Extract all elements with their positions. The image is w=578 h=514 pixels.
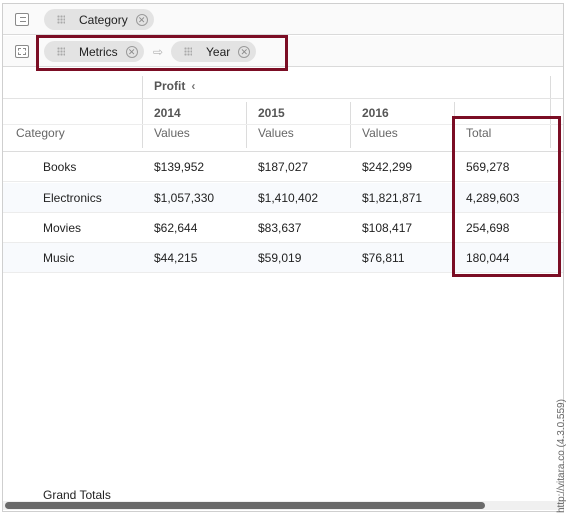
drag-handle-icon[interactable]: [184, 47, 192, 56]
collapse-icon[interactable]: ‹: [191, 79, 195, 93]
remove-icon[interactable]: ✕: [238, 45, 251, 58]
drag-handle-icon[interactable]: [57, 47, 65, 56]
total-cell[interactable]: 180,044: [466, 251, 509, 265]
table-row: Books $139,952 $187,027 $242,299 569,278: [3, 152, 563, 182]
scrollbar-thumb[interactable]: [5, 502, 485, 509]
pill-metrics[interactable]: Metrics ✕: [44, 41, 144, 62]
value-cell[interactable]: $76,811: [362, 251, 405, 265]
total-cell[interactable]: 4,289,603: [466, 191, 519, 205]
remove-icon[interactable]: ✕: [125, 45, 138, 58]
pill-label: Metrics: [79, 44, 118, 59]
total-cell[interactable]: 254,698: [466, 221, 509, 235]
table-row: Movies $62,644 $83,637 $108,417 254,698: [3, 213, 563, 243]
pill-label: Category: [79, 12, 128, 27]
value-cell[interactable]: $139,952: [154, 160, 204, 174]
column-shelf-icon: [15, 45, 29, 58]
value-cell[interactable]: $1,821,871: [362, 191, 422, 205]
pill-category[interactable]: Category ✕: [44, 9, 154, 30]
pivot-table-widget: Category ✕ Metrics ✕ ⇨ Year ✕ Profit ‹ 2…: [2, 3, 564, 512]
table-row: Electronics $1,057,330 $1,410,402 $1,821…: [3, 183, 563, 213]
watermark-text: http://vitara.co (4.3.0.559): [556, 399, 567, 513]
pivot-table: Profit ‹ 2014 2015 2016 Category Values V…: [3, 68, 563, 512]
arrow-right-icon: ⇨: [153, 45, 164, 59]
category-cell[interactable]: Electronics: [43, 191, 102, 205]
grand-totals-label: Grand Totals: [43, 488, 111, 502]
value-cell[interactable]: $1,057,330: [154, 191, 214, 205]
value-cell[interactable]: $62,644: [154, 221, 197, 235]
value-cell[interactable]: $83,637: [258, 221, 301, 235]
remove-icon[interactable]: ✕: [135, 13, 148, 26]
measure-header[interactable]: Profit ‹: [154, 79, 195, 93]
pill-year[interactable]: Year ✕: [171, 41, 257, 62]
year-header[interactable]: 2014: [154, 106, 181, 120]
values-header: Values: [258, 126, 294, 140]
horizontal-scrollbar[interactable]: [3, 501, 563, 510]
value-cell[interactable]: $187,027: [258, 160, 308, 174]
value-cell[interactable]: $44,215: [154, 251, 197, 265]
values-header: Values: [154, 126, 190, 140]
table-row: Music $44,215 $59,019 $76,811 180,044: [3, 243, 563, 273]
category-cell[interactable]: Books: [43, 160, 76, 174]
values-header: Values: [362, 126, 398, 140]
drag-handle-icon[interactable]: [57, 15, 65, 24]
year-header[interactable]: 2015: [258, 106, 285, 120]
value-cell[interactable]: $59,019: [258, 251, 301, 265]
total-header: Total: [466, 126, 492, 140]
row-header-label: Category: [16, 126, 65, 140]
total-cell[interactable]: 569,278: [466, 160, 509, 174]
value-cell[interactable]: $242,299: [362, 160, 412, 174]
category-cell[interactable]: Movies: [43, 221, 81, 235]
column-shelf: Metrics ✕ ⇨ Year ✕: [3, 36, 563, 67]
measure-header-label: Profit: [154, 79, 186, 93]
category-cell[interactable]: Music: [43, 251, 74, 265]
pill-label: Year: [206, 44, 231, 59]
value-cell[interactable]: $108,417: [362, 221, 412, 235]
row-shelf: Category ✕: [3, 4, 563, 35]
row-shelf-icon: [15, 13, 29, 26]
year-header[interactable]: 2016: [362, 106, 389, 120]
value-cell[interactable]: $1,410,402: [258, 191, 318, 205]
